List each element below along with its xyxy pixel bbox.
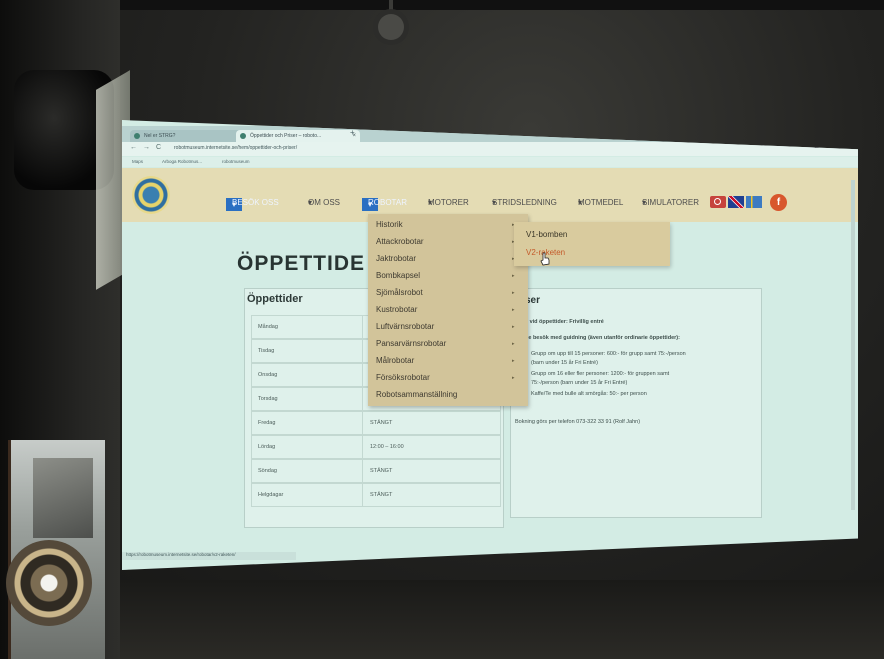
menu-label: STRIDSLEDNING [492,198,557,207]
poster-image [33,458,93,538]
bookmark-item[interactable]: Maps [132,159,143,164]
booking-line: Bokning görs per telefon 073-322 33 91 (… [515,419,641,425]
price-line: k vid öppettider: Frivillig entré [525,319,604,325]
time-value: STÄNGT [370,468,393,474]
menu-label: MOTMEDEL [578,198,624,207]
facebook-icon[interactable]: f [770,194,787,211]
sweden-flag-icon[interactable] [746,196,762,208]
museum-logo[interactable] [132,176,170,214]
time-value: STÄNGT [370,492,393,498]
price-line: Grupp om upp till 15 personer: 600:- för… [531,351,686,357]
projection-screen: Nel er STRG?× Öppettider och Priser – ro… [122,120,858,570]
dropdown-item[interactable]: Bombkapsel [376,271,420,280]
chevron-right-icon: ▸ [512,341,515,347]
table-row: Söndag STÄNGT [251,459,501,483]
menu-stridsledning[interactable]: STRIDSLEDNING ▾ [492,198,557,207]
browser-tab-active[interactable]: Öppettider och Priser – roboto... × [236,130,360,142]
day-label: Torsdag [258,396,278,402]
menu-label: BESÖK OSS [232,198,279,207]
day-label: Helgdagar [258,492,284,498]
tab-label: Öppettider och Priser – roboto... [250,133,322,139]
tab-label: Nel er STRG? [144,133,176,139]
menu-label: ROBOTAR [368,198,407,207]
price-line: (barn under 15 år Fri Entré) [531,360,598,366]
floor [120,580,884,659]
bookmark-item[interactable]: robotmuseum [222,159,250,164]
search-icon[interactable] [710,196,726,208]
table-row: Helgdagar STÄNGT [251,483,501,507]
new-tab-icon[interactable]: + [350,128,355,137]
dropdown-item[interactable]: Historik [376,220,403,229]
dropdown-item[interactable]: Luftvärnsrobotar [376,322,434,331]
price-line: 75:-/person (barn under 15 år Fri Entré) [531,380,628,386]
day-label: Lördag [258,444,276,450]
browser-tab[interactable]: Nel er STRG?× [130,130,244,142]
browser-tab-bar: Nel er STRG?× Öppettider och Priser – ro… [122,126,858,142]
menu-motmedel[interactable]: MOTMEDEL ▾ [578,198,623,207]
chevron-right-icon: ▸ [512,307,515,313]
time-value: 12:00 – 16:00 [370,444,404,450]
dropdown-item[interactable]: Kustrobotar [376,305,417,314]
price-line: Grupp om 16 eller fler personer: 1200:- … [531,371,670,377]
price-line: de besök med guidning (även utanför ordi… [525,335,680,341]
menu-label: SIMULATORER [642,198,700,207]
day-label: Söndag [258,468,277,474]
dropdown-item[interactable]: Målrobotar [376,356,414,365]
url-text[interactable]: robotmuseum.internetsite.se/hem/oppettid… [174,145,297,151]
menu-besok-oss[interactable]: BESÖK OSS ▾ [226,198,279,211]
table-row: Lördag 12:00 – 16:00 [251,435,501,459]
dropdown-item[interactable]: Jaktrobotar [376,254,416,263]
chevron-right-icon: ▸ [512,273,515,279]
chevron-right-icon: ▸ [512,358,515,364]
dropdown-item[interactable]: Sjömålsrobot [376,288,423,297]
time-value: STÄNGT [370,420,393,426]
day-label: Onsdag [258,372,278,378]
dropdown-item[interactable]: Attackrobotar [376,237,424,246]
bookmark-item[interactable]: Arboga Robotmus... [162,159,202,164]
submenu-item-v1[interactable]: V1-bomben [526,230,567,239]
navigation-icons[interactable]: ←→C [130,144,167,151]
menu-simulatorer[interactable]: SIMULATORER ▾ [642,198,699,207]
tab-favicon-icon [134,133,140,139]
scrollbar[interactable] [851,180,855,510]
page-title: ÖPPETTIDE [237,252,366,275]
photo-scene: Nel er STRG?× Öppettider och Priser – ro… [0,0,884,659]
projector-mount [378,14,404,40]
window-controls[interactable]: –□× [804,144,838,150]
menu-label: OM OSS [308,198,341,207]
menu-robotar[interactable]: ROBOTAR ▾ [362,198,407,211]
day-label: Tisdag [258,348,275,354]
price-line: Kaffe/Te med bulle alt smörgås: 50:- per… [531,391,647,397]
ceiling [0,0,884,10]
status-url: https://robotmuseum.internetsite.se/robo… [122,552,296,560]
dropdown-item[interactable]: Försöksrobotar [376,373,430,382]
chevron-right-icon: ▸ [512,324,515,330]
chevron-right-icon: ▸ [512,290,515,296]
prices-panel: ser k vid öppettider: Frivillig entré de… [510,288,762,518]
jet-engine-exhibit [6,540,92,626]
menu-om-oss[interactable]: OM OSS ▾ [308,198,340,207]
robotar-dropdown: Historik ▸ Attackrobotar ▸ Jaktrobotar ▸ Bo… [368,214,528,406]
hand-cursor-icon [540,252,550,266]
dropdown-item[interactable]: Pansarvärnsrobotar [376,339,446,348]
menu-label: MOTORER [428,198,469,207]
chevron-right-icon: ▸ [512,375,515,381]
day-label: Fredag [258,420,276,426]
tab-favicon-icon [240,133,246,139]
menu-motorer[interactable]: MOTORER ▾ [428,198,469,207]
table-row: Fredag STÄNGT [251,411,501,435]
day-label: Måndag [258,324,278,330]
uk-flag-icon[interactable] [728,196,744,208]
bookmarks-bar: Maps Arboga Robotmus... robotmuseum [122,157,858,167]
historik-submenu: V1-bomben V2-raketen [514,222,670,266]
dropdown-item[interactable]: Robotsammanställning [376,390,457,399]
hours-title: Öppettider [247,293,303,305]
